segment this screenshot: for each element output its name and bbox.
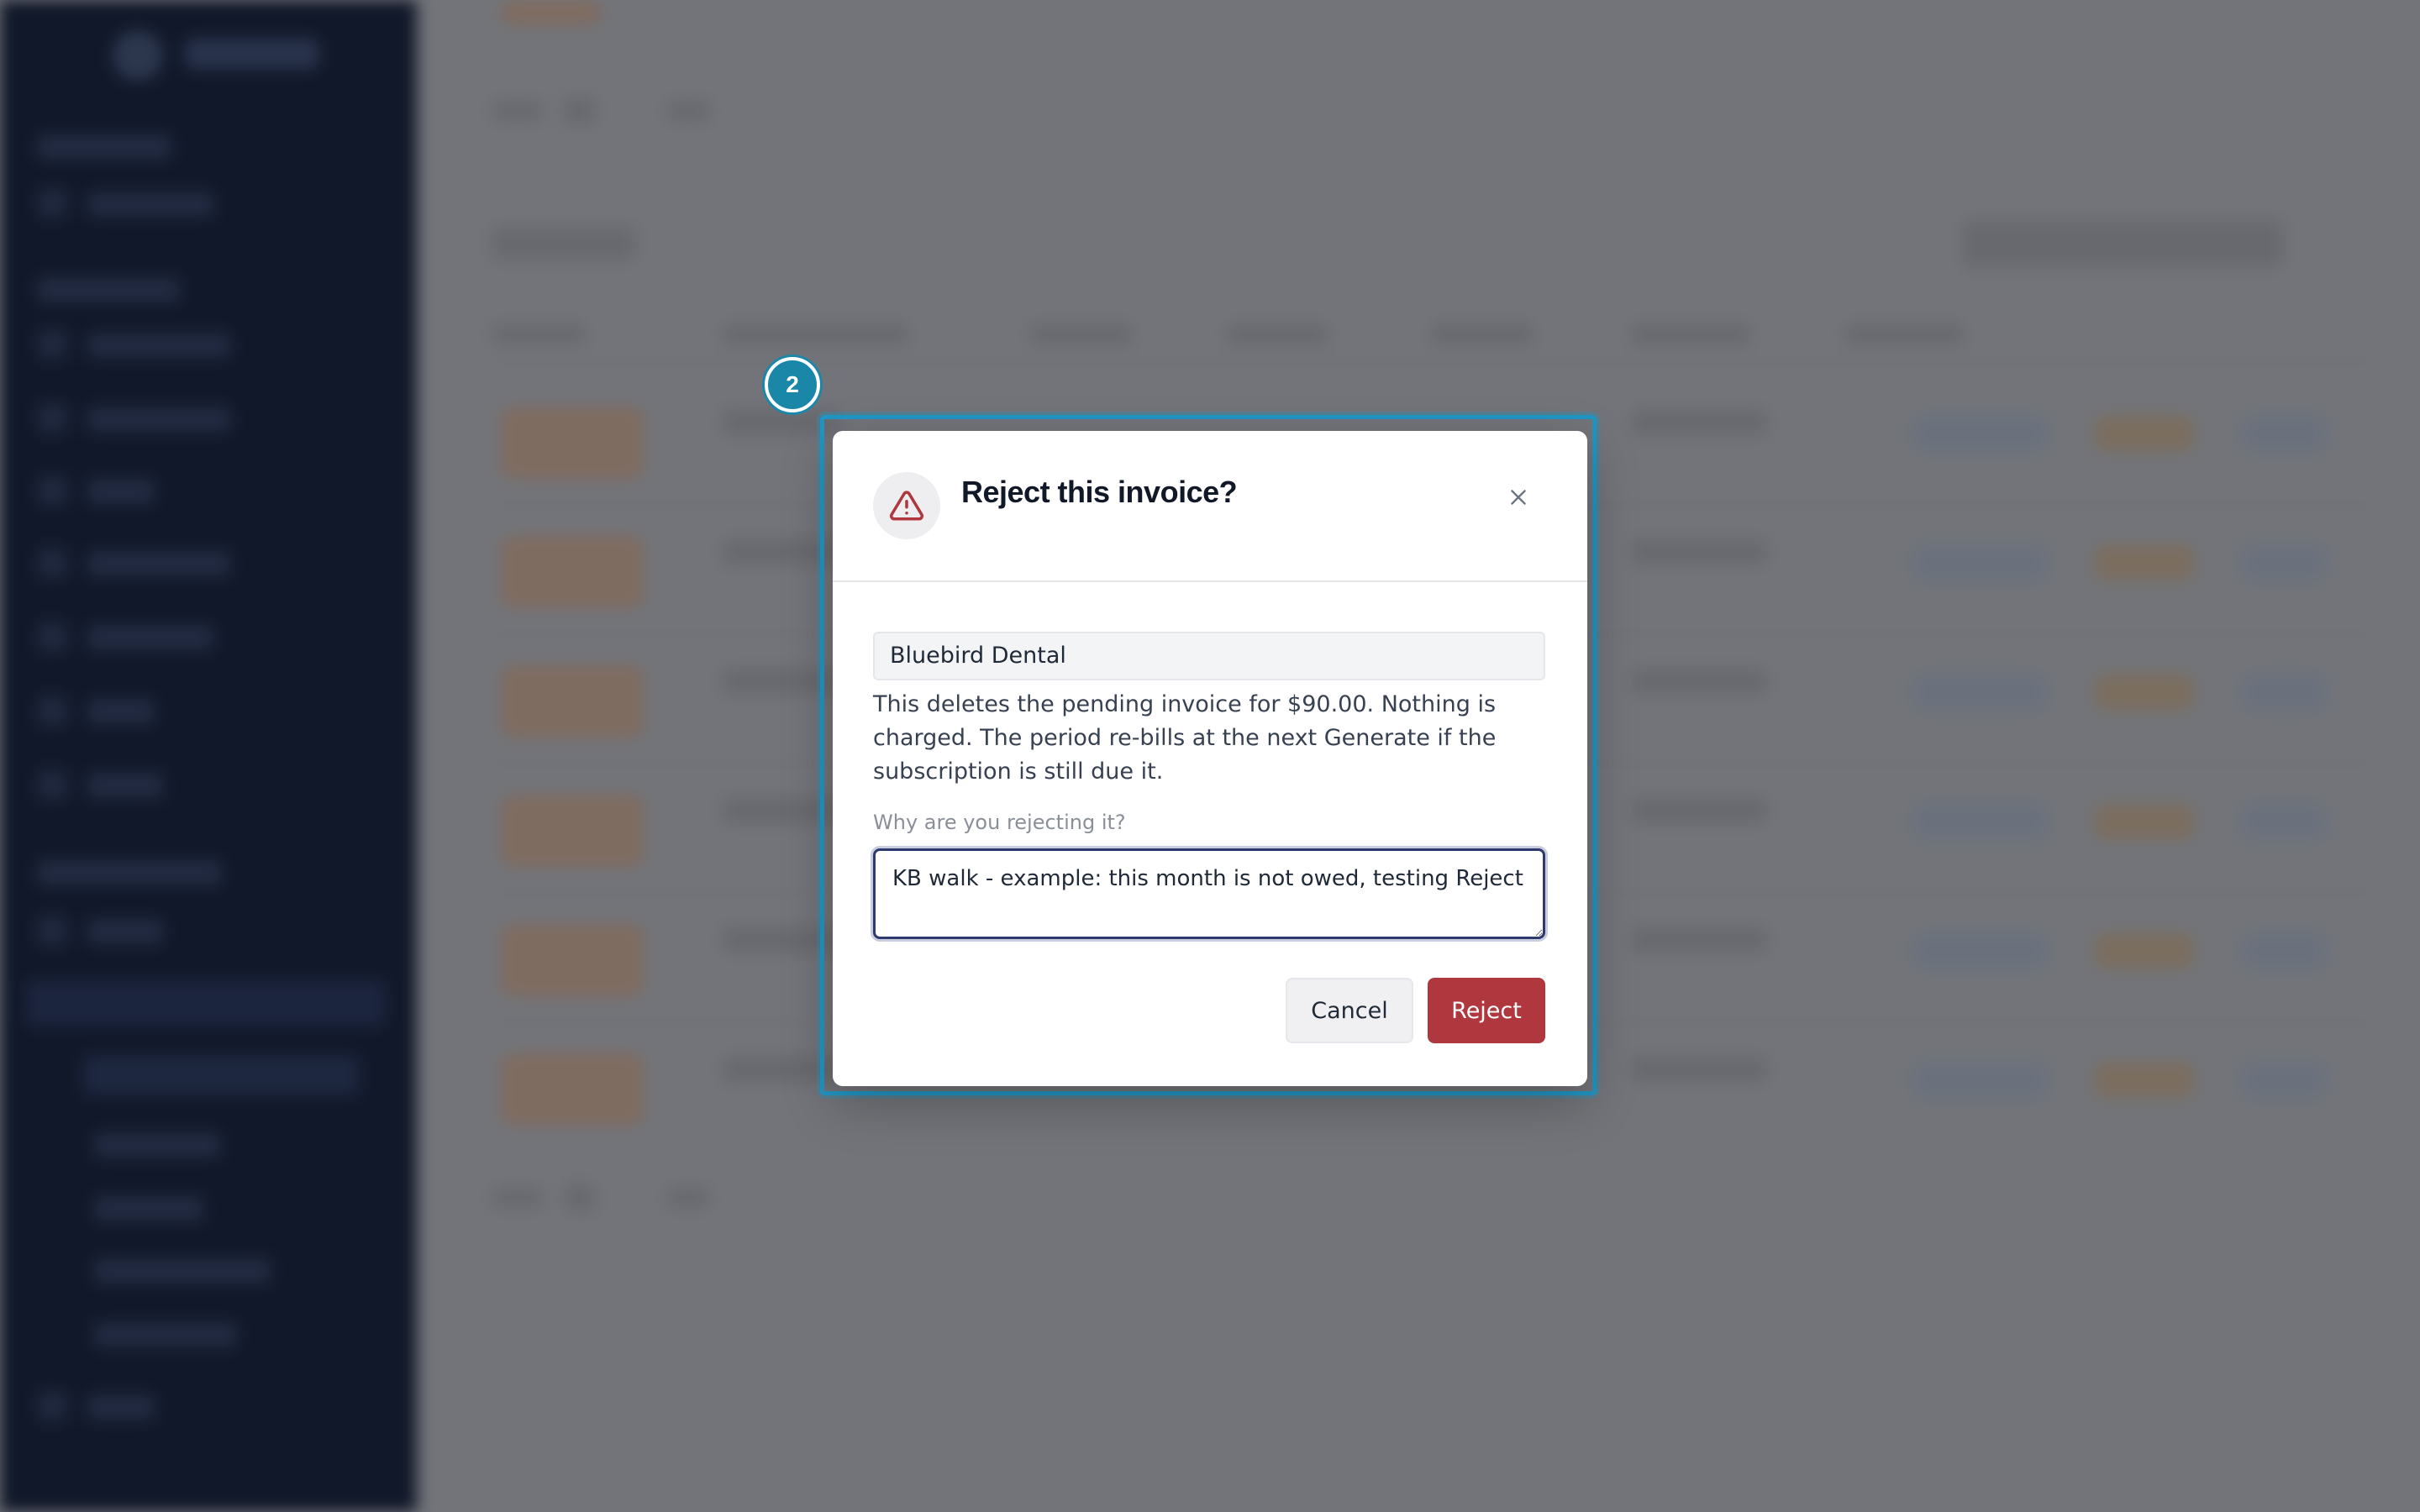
warning-triangle-icon — [889, 491, 924, 521]
warning-icon-container — [873, 472, 940, 539]
close-button[interactable] — [1498, 477, 1539, 517]
dialog-title: Reject this invoice? — [961, 475, 1238, 509]
customer-name-field: Bluebird Dental — [873, 632, 1545, 680]
close-icon — [1511, 490, 1526, 505]
rejection-reason-input[interactable]: KB walk - example: this month is not owe… — [873, 848, 1545, 939]
reason-label: Why are you rejecting it? — [873, 811, 1126, 834]
dialog-header: Reject this invoice? — [833, 431, 1587, 582]
step-number-badge: 2 — [765, 357, 820, 412]
reject-invoice-dialog: Reject this invoice? Bluebird Dental Thi… — [833, 431, 1587, 1086]
cancel-button[interactable]: Cancel — [1286, 978, 1413, 1043]
dialog-description: This deletes the pending invoice for $90… — [873, 691, 1497, 785]
reject-button[interactable]: Reject — [1428, 978, 1545, 1043]
